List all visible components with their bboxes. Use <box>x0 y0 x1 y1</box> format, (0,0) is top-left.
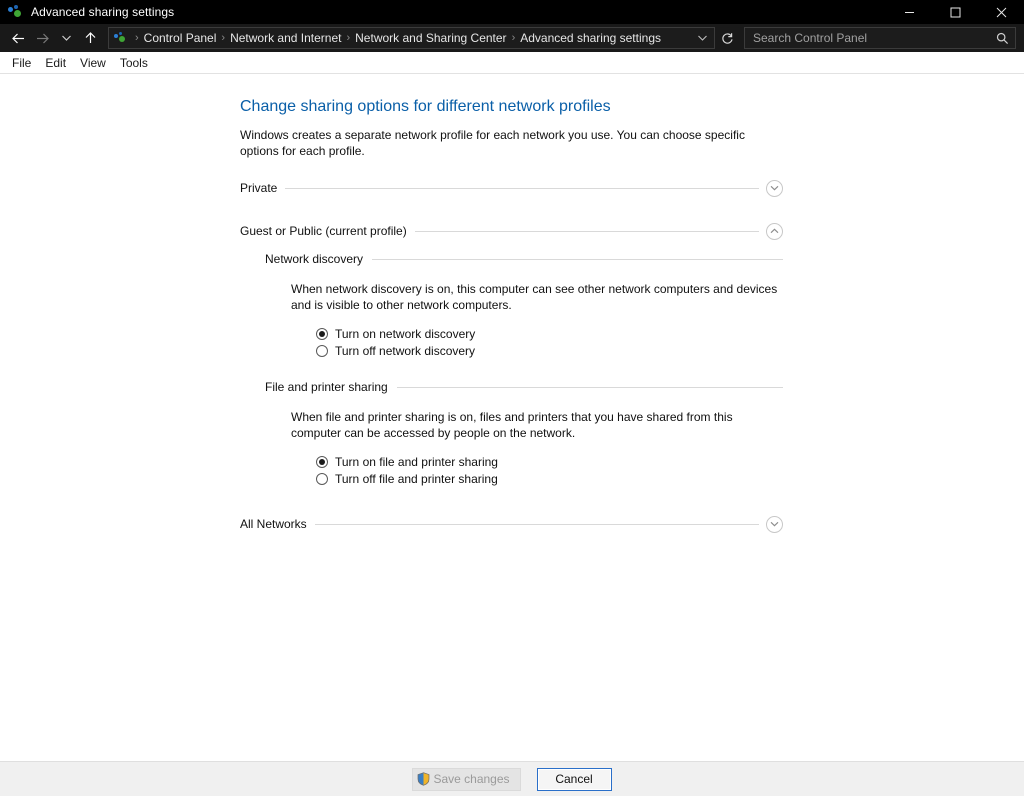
forward-button[interactable] <box>30 26 54 50</box>
content-area: Change sharing options for different net… <box>0 75 1024 761</box>
profile-label-guest-or-public: Guest or Public (current profile) <box>240 224 407 238</box>
profile-label-all-networks: All Networks <box>240 517 307 531</box>
network-sharing-icon <box>8 4 24 20</box>
radio-label: Turn on file and printer sharing <box>335 454 498 469</box>
section-title-network-discovery: Network discovery <box>265 252 364 266</box>
uac-shield-icon <box>417 772 430 786</box>
section-body: When file and printer sharing is on, fil… <box>265 397 1024 487</box>
close-button[interactable] <box>978 0 1024 24</box>
radio-label: Turn on network discovery <box>335 326 476 341</box>
search-placeholder: Search Control Panel <box>753 31 868 45</box>
breadcrumb[interactable]: › Control Panel › Network and Internet ›… <box>108 27 715 49</box>
page-title: Change sharing options for different net… <box>240 98 611 115</box>
window-controls <box>886 0 1024 24</box>
radio-option-turn-on-network-discovery[interactable]: Turn on network discovery <box>316 325 1024 342</box>
breadcrumb-separator: › <box>511 32 516 44</box>
address-bar: › Control Panel › Network and Internet ›… <box>0 24 1024 52</box>
chevron-down-icon[interactable] <box>766 179 783 197</box>
menu-item-tools[interactable]: Tools <box>113 53 155 73</box>
menu-item-view[interactable]: View <box>73 53 113 73</box>
search-icon[interactable] <box>996 32 1009 45</box>
profile-section-guest-or-public[interactable]: Guest or Public (current profile) <box>240 218 783 244</box>
radio-label: Turn off file and printer sharing <box>335 471 498 486</box>
chevron-down-icon[interactable] <box>693 34 708 42</box>
save-changes-label: Save changes <box>433 772 510 786</box>
radio-icon[interactable] <box>316 455 328 468</box>
save-changes-button[interactable]: Save changes <box>412 767 521 791</box>
refresh-icon[interactable] <box>716 27 738 49</box>
breadcrumb-item-advanced-sharing-settings[interactable]: Advanced sharing settings <box>520 28 661 48</box>
radio-group-network-discovery: Turn on network discovery Turn off netwo… <box>291 325 1024 359</box>
menu-bar: File Edit View Tools <box>0 52 1024 74</box>
rule <box>314 523 759 525</box>
radio-group-file-and-printer-sharing: Turn on file and printer sharing Turn of… <box>291 453 1024 487</box>
radio-label: Turn off network discovery <box>335 343 476 358</box>
section-file-and-printer-sharing: File and printer sharing When file and p… <box>240 377 1024 487</box>
section-header: File and printer sharing <box>265 377 783 397</box>
maximize-button[interactable] <box>932 0 978 24</box>
radio-icon[interactable] <box>316 327 328 340</box>
profile-label-private: Private <box>240 181 278 195</box>
search-input[interactable]: Search Control Panel <box>744 27 1016 49</box>
title-bar: Advanced sharing settings <box>0 0 1024 24</box>
page-description: Windows creates a separate network profi… <box>240 128 745 158</box>
radio-icon[interactable] <box>316 472 328 485</box>
rule <box>396 386 783 388</box>
breadcrumb-item-network-and-sharing-center[interactable]: Network and Sharing Center <box>355 28 506 48</box>
settings-page: Change sharing options for different net… <box>0 75 1024 537</box>
up-button[interactable] <box>78 26 102 50</box>
breadcrumb-separator: › <box>346 32 351 44</box>
breadcrumb-network-icon <box>114 31 128 45</box>
profile-section-private[interactable]: Private <box>240 175 783 201</box>
section-network-discovery: Network discovery When network discovery… <box>240 249 1024 359</box>
chevron-up-icon[interactable] <box>766 222 783 240</box>
radio-option-turn-on-file-and-printer-sharing[interactable]: Turn on file and printer sharing <box>316 453 1024 470</box>
footer-bar: Save changes Cancel <box>0 761 1024 796</box>
radio-option-turn-off-network-discovery[interactable]: Turn off network discovery <box>316 342 1024 359</box>
menu-item-edit[interactable]: Edit <box>38 53 73 73</box>
rule <box>285 187 759 189</box>
breadcrumb-item-control-panel[interactable]: Control Panel <box>144 28 217 48</box>
window-title: Advanced sharing settings <box>31 5 175 19</box>
profile-section-all-networks[interactable]: All Networks <box>240 511 783 537</box>
back-button[interactable] <box>6 26 30 50</box>
section-description-file-and-printer-sharing: When file and printer sharing is on, fil… <box>291 410 733 440</box>
cancel-button[interactable]: Cancel <box>536 767 612 791</box>
cancel-label: Cancel <box>555 772 593 786</box>
radio-option-turn-off-file-and-printer-sharing[interactable]: Turn off file and printer sharing <box>316 470 1024 487</box>
section-title-file-and-printer-sharing: File and printer sharing <box>265 380 388 394</box>
chevron-down-icon[interactable] <box>766 515 783 533</box>
breadcrumb-separator: › <box>221 32 226 44</box>
rule <box>414 230 759 232</box>
breadcrumb-item-network-and-internet[interactable]: Network and Internet <box>230 28 341 48</box>
section-body: When network discovery is on, this compu… <box>265 269 1024 359</box>
recent-locations-button[interactable] <box>54 26 78 50</box>
section-description-network-discovery: When network discovery is on, this compu… <box>291 282 778 312</box>
rule <box>372 258 783 260</box>
radio-icon[interactable] <box>316 344 328 357</box>
section-header: Network discovery <box>265 249 783 269</box>
menu-item-file[interactable]: File <box>5 53 38 73</box>
minimize-button[interactable] <box>886 0 932 24</box>
breadcrumb-separator: › <box>135 32 139 44</box>
